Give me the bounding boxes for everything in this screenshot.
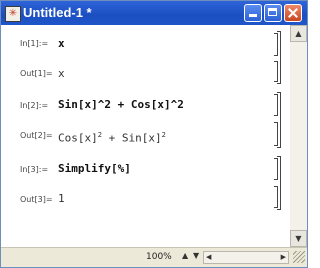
cell-group-bracket[interactable]	[277, 156, 281, 210]
output-expression: Cos[x]2 + Sin[x]2	[58, 128, 166, 146]
zoom-level[interactable]: 100%	[146, 252, 172, 262]
plus-sign: +	[101, 131, 122, 145]
notebook-content[interactable]: In[1]:= x Out[1]= x In[2]:= Sin[x]^2 + C…	[1, 25, 290, 247]
status-bar: 100% ▲ ▼ ◀ ▶	[1, 247, 307, 267]
input-expression[interactable]: Sin[x]^2 + Cos[x]^2	[58, 98, 184, 112]
input-label: In[3]:=	[20, 165, 49, 174]
cell-group-bracket[interactable]	[277, 92, 281, 148]
output-label: Out[1]=	[20, 69, 53, 78]
app-icon[interactable]: ✳	[5, 6, 21, 22]
scroll-right-arrow-icon[interactable]: ▶	[281, 252, 286, 263]
output-label: Out[2]=	[20, 131, 53, 140]
scroll-down-arrow-icon[interactable]: ▼	[290, 230, 307, 247]
zoom-up-arrow-icon[interactable]: ▲	[182, 251, 188, 260]
output-term: Cos[x]	[58, 131, 98, 145]
output-label: Out[3]=	[20, 195, 53, 204]
scroll-up-arrow-icon[interactable]: ▲	[290, 25, 307, 42]
input-label: In[1]:=	[20, 39, 49, 48]
zoom-down-arrow-icon[interactable]: ▼	[193, 251, 199, 260]
output-expression: x	[58, 67, 65, 80]
input-label: In[2]:=	[20, 101, 49, 110]
input-expression[interactable]: x	[58, 37, 65, 51]
scroll-left-arrow-icon[interactable]: ◀	[206, 252, 211, 263]
minimize-button[interactable]	[244, 4, 262, 22]
resize-grip-icon[interactable]	[293, 251, 305, 263]
maximize-button[interactable]	[264, 4, 282, 22]
cell-group-bracket[interactable]	[277, 31, 281, 84]
output-exponent: 2	[161, 131, 166, 139]
notebook-window: ✳ Untitled-1 * In[1]:= x Out[1]= x In[2]…	[0, 0, 308, 268]
output-expression: 1	[58, 192, 65, 205]
window-title: Untitled-1 *	[23, 5, 92, 20]
input-expression[interactable]: Simplify[%]	[58, 162, 131, 176]
vertical-scrollbar[interactable]: ▲ ▼	[290, 25, 307, 247]
output-term: Sin[x]	[121, 131, 162, 145]
close-button[interactable]	[284, 4, 302, 22]
title-bar[interactable]: ✳ Untitled-1 *	[1, 1, 307, 25]
horizontal-scrollbar[interactable]: ◀ ▶	[203, 251, 289, 264]
